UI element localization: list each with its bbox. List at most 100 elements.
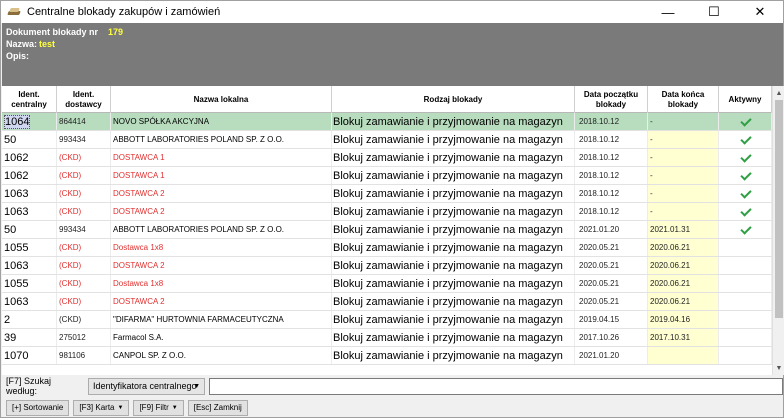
cell-local-name[interactable]: Dostawca 1x8 (111, 275, 332, 292)
card-button[interactable]: [F3] Karta ▼ (73, 399, 130, 416)
scroll-down-icon[interactable]: ▼ (773, 361, 784, 375)
cell-active[interactable] (719, 221, 772, 238)
cell-active[interactable] (719, 185, 772, 202)
cell-block-type[interactable]: Blokuj zamawianie i przyjmowanie na maga… (332, 347, 575, 364)
cell-block-type[interactable]: Blokuj zamawianie i przyjmowanie na maga… (332, 185, 575, 202)
cell-active[interactable] (719, 329, 772, 346)
cell-block-type[interactable]: Blokuj zamawianie i przyjmowanie na maga… (332, 203, 575, 220)
close-button[interactable]: [Esc] Zamknij (187, 399, 248, 416)
cell-local-name[interactable]: DOSTAWCA 2 (111, 203, 332, 220)
cell-supplier-id[interactable]: (CKD) (57, 257, 111, 274)
cell-start-date[interactable]: 2019.04.15 (575, 311, 648, 328)
cell-end-date[interactable]: 2021.01.31 (648, 221, 719, 238)
cell-block-type[interactable]: Blokuj zamawianie i przyjmowanie na maga… (332, 113, 575, 130)
cell-block-type[interactable]: Blokuj zamawianie i przyjmowanie na maga… (332, 149, 575, 166)
cell-central-id[interactable]: 1070 (2, 347, 57, 364)
table-row[interactable]: 1063 (CKD) DOSTAWCA 2 Blokuj zamawianie i p… (2, 257, 772, 275)
cell-central-id[interactable]: 1063 (2, 203, 57, 220)
cell-central-id[interactable]: 2 (2, 311, 57, 328)
cell-central-id[interactable]: 1063 (2, 293, 57, 310)
cell-supplier-id[interactable]: (CKD) (57, 275, 111, 292)
cell-start-date[interactable]: 2018.10.12 (575, 185, 648, 202)
cell-central-id[interactable]: 1062 (2, 149, 57, 166)
cell-active[interactable] (719, 311, 772, 328)
table-row[interactable]: 1063 (CKD) DOSTAWCA 2 Blokuj zamawianie i p… (2, 203, 772, 221)
cell-block-type[interactable]: Blokuj zamawianie i przyjmowanie na maga… (332, 329, 575, 346)
cell-block-type[interactable]: Blokuj zamawianie i przyjmowanie na maga… (332, 257, 575, 274)
table-row[interactable]: 50 993434 ABBOTT LABORATORIES POLAND SP. Z… (2, 221, 772, 239)
cell-start-date[interactable]: 2020.05.21 (575, 257, 648, 274)
cell-active[interactable] (719, 167, 772, 184)
cell-central-id[interactable]: 1055 (2, 239, 57, 256)
cell-active[interactable] (719, 131, 772, 148)
cell-block-type[interactable]: Blokuj zamawianie i przyjmowanie na maga… (332, 293, 575, 310)
cell-block-type[interactable]: Blokuj zamawianie i przyjmowanie na maga… (332, 311, 575, 328)
table-row[interactable]: 2 (CKD) "DIFARMA" HURTOWNIA FARMACEUTYCZNA… (2, 311, 772, 329)
cell-supplier-id[interactable]: (CKD) (57, 185, 111, 202)
cell-local-name[interactable]: CANPOL SP. Z O.O. (111, 347, 332, 364)
cell-start-date[interactable]: 2018.10.12 (575, 167, 648, 184)
cell-active[interactable] (719, 275, 772, 292)
scroll-up-icon[interactable]: ▲ (773, 86, 784, 100)
cell-start-date[interactable]: 2021.01.20 (575, 221, 648, 238)
col-header-local-name[interactable]: Nazwa lokalna (111, 86, 332, 113)
cell-end-date[interactable]: - (648, 113, 719, 130)
filter-button[interactable]: [F9] Filtr ▼ (133, 399, 184, 416)
cell-local-name[interactable]: DOSTAWCA 2 (111, 257, 332, 274)
cell-supplier-id[interactable]: (CKD) (57, 311, 111, 328)
search-input[interactable] (209, 377, 783, 395)
cell-end-date[interactable]: - (648, 131, 719, 148)
cell-end-date[interactable]: 2019.04.16 (648, 311, 719, 328)
cell-end-date[interactable]: 2020.06.21 (648, 257, 719, 274)
cell-end-date[interactable]: 2020.06.21 (648, 275, 719, 292)
cell-start-date[interactable]: 2020.05.21 (575, 275, 648, 292)
col-header-end-date[interactable]: Data końca blokady (648, 86, 719, 113)
search-field-select[interactable]: Identyfikatora centralnego ▼ (87, 377, 206, 395)
table-row[interactable]: 1063 (CKD) DOSTAWCA 2 Blokuj zamawianie i p… (2, 293, 772, 311)
cell-local-name[interactable]: DOSTAWCA 2 (111, 293, 332, 310)
cell-end-date[interactable]: - (648, 149, 719, 166)
cell-start-date[interactable]: 2020.05.21 (575, 293, 648, 310)
cell-local-name[interactable]: ABBOTT LABORATORIES POLAND SP. Z O.O. (111, 131, 332, 148)
close-window-button[interactable]: ✕ (737, 1, 783, 23)
cell-supplier-id[interactable]: (CKD) (57, 149, 111, 166)
maximize-button[interactable]: ☐ (691, 1, 737, 23)
cell-local-name[interactable]: DOSTAWCA 2 (111, 185, 332, 202)
cell-central-id[interactable]: 39 (2, 329, 57, 346)
cell-end-date[interactable]: - (648, 203, 719, 220)
scrollbar-thumb[interactable] (775, 100, 783, 318)
cell-block-type[interactable]: Blokuj zamawianie i przyjmowanie na maga… (332, 167, 575, 184)
cell-local-name[interactable]: Dostawca 1x8 (111, 239, 332, 256)
cell-end-date[interactable]: 2020.06.21 (648, 293, 719, 310)
minimize-button[interactable]: — (645, 1, 691, 23)
table-row[interactable]: 39 275012 Farmacol S.A. Blokuj zamawianie i… (2, 329, 772, 347)
cell-active[interactable] (719, 149, 772, 166)
cell-end-date[interactable]: - (648, 185, 719, 202)
cell-start-date[interactable]: 2017.10.26 (575, 329, 648, 346)
cell-supplier-id[interactable]: 864414 (57, 113, 111, 130)
cell-end-date[interactable] (648, 347, 719, 364)
cell-local-name[interactable]: "DIFARMA" HURTOWNIA FARMACEUTYCZNA (111, 311, 332, 328)
cell-central-id[interactable]: 1062 (2, 167, 57, 184)
cell-active[interactable] (719, 203, 772, 220)
table-row[interactable]: 1064 864414 NOVO SPÓŁKA AKCYJNA Blokuj zama… (2, 113, 772, 131)
col-header-block-type[interactable]: Rodzaj blokady (332, 86, 575, 113)
cell-central-id[interactable]: 1063 (2, 257, 57, 274)
table-row[interactable]: 1062 (CKD) DOSTAWCA 1 Blokuj zamawianie i p… (2, 149, 772, 167)
cell-supplier-id[interactable]: (CKD) (57, 293, 111, 310)
cell-central-id[interactable]: 1055 (2, 275, 57, 292)
cell-local-name[interactable]: DOSTAWCA 1 (111, 167, 332, 184)
table-row[interactable]: 1055 (CKD) Dostawca 1x8 Blokuj zamawianie i… (2, 275, 772, 293)
cell-supplier-id[interactable]: (CKD) (57, 203, 111, 220)
cell-block-type[interactable]: Blokuj zamawianie i przyjmowanie na maga… (332, 131, 575, 148)
cell-start-date[interactable]: 2018.10.12 (575, 203, 648, 220)
table-row[interactable]: 50 993434 ABBOTT LABORATORIES POLAND SP. Z… (2, 131, 772, 149)
table-row[interactable]: 1062 (CKD) DOSTAWCA 1 Blokuj zamawianie i p… (2, 167, 772, 185)
table-row[interactable]: 1055 (CKD) Dostawca 1x8 Blokuj zamawianie i… (2, 239, 772, 257)
cell-active[interactable] (719, 293, 772, 310)
cell-start-date[interactable]: 2021.01.20 (575, 347, 648, 364)
cell-central-id[interactable]: 1064 (2, 113, 57, 130)
cell-active[interactable] (719, 113, 772, 130)
cell-supplier-id[interactable]: 993434 (57, 221, 111, 238)
cell-central-id[interactable]: 50 (2, 131, 57, 148)
